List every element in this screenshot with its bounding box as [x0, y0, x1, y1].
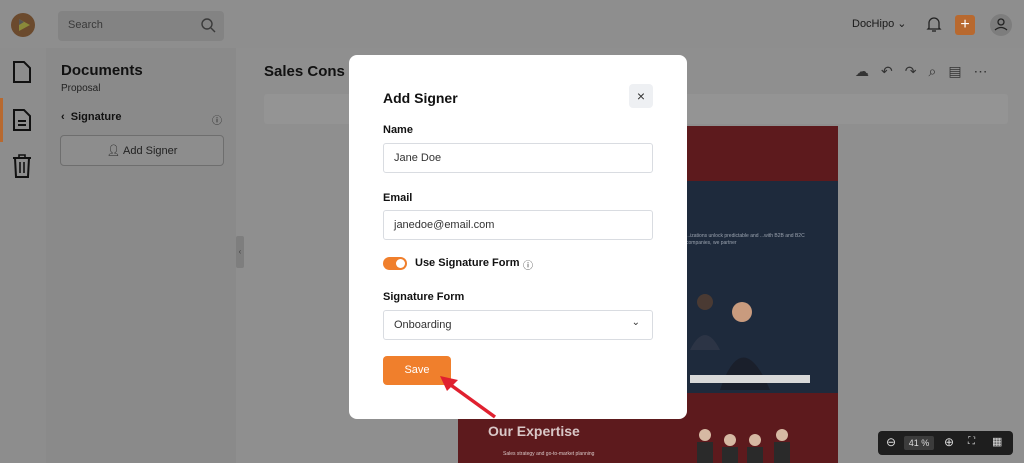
- section-label: Signature: [70, 111, 122, 123]
- fit-screen-icon[interactable]: ⛶: [968, 436, 975, 447]
- create-button[interactable]: +: [955, 15, 975, 35]
- grid-view-icon[interactable]: ▦: [992, 435, 1002, 448]
- signature-form-value: Onboarding: [394, 319, 452, 331]
- chevron-down-icon: ⌄: [631, 317, 640, 328]
- add-signer-label-wrap: 👤︎ Add Signer: [61, 144, 223, 157]
- panel-subtitle: Proposal: [61, 83, 101, 94]
- document-icon[interactable]: [12, 60, 32, 84]
- cloud-icon[interactable]: ☁: [855, 63, 881, 79]
- left-rail: [0, 48, 46, 463]
- close-button[interactable]: ×: [629, 84, 653, 108]
- workspace-dropdown[interactable]: DocHipo ⌄: [852, 17, 906, 30]
- search-icon[interactable]: ⌕: [928, 63, 948, 79]
- panel-title: Documents: [61, 62, 143, 79]
- info-icon[interactable]: ⓘ: [212, 112, 222, 127]
- search-box[interactable]: Search: [58, 11, 224, 41]
- expertise-heading: Our Expertise: [488, 423, 580, 439]
- document-lines-icon[interactable]: [12, 108, 32, 132]
- chevron-down-icon: ⌄: [897, 18, 907, 30]
- redo-icon[interactable]: ↷: [905, 63, 929, 79]
- bell-icon[interactable]: [926, 15, 942, 33]
- name-field[interactable]: Jane Doe: [383, 143, 653, 173]
- signature-form-select[interactable]: Onboarding ⌄: [383, 310, 653, 340]
- chevron-left-icon: ‹: [61, 111, 71, 123]
- pointer-arrow-icon: [440, 376, 497, 419]
- user-icon: 👤︎: [106, 145, 123, 157]
- add-signer-label: Add Signer: [122, 145, 178, 157]
- add-signer-button[interactable]: 👤︎ Add Signer: [60, 135, 224, 166]
- zoom-value[interactable]: 41 %: [904, 436, 934, 450]
- panel-collapse-handle[interactable]: ‹: [236, 236, 244, 268]
- more-icon[interactable]: ⋯: [974, 63, 1000, 79]
- email-value: janedoe@email.com: [394, 219, 495, 231]
- signature-form-toggle[interactable]: [383, 257, 407, 270]
- side-panel: Documents Proposal ‹ Signature ⓘ 👤︎ Add …: [46, 48, 236, 463]
- workspace-label: DocHipo: [852, 18, 895, 30]
- top-bar: Search DocHipo ⌄ +: [0, 0, 1024, 48]
- signature-back-link[interactable]: ‹ Signature: [61, 111, 122, 123]
- dialog-title: Add Signer: [383, 90, 458, 106]
- document-title: Sales Cons: [264, 63, 345, 80]
- user-avatar[interactable]: [990, 14, 1012, 36]
- comment-icon[interactable]: ▤: [948, 63, 973, 79]
- email-field[interactable]: janedoe@email.com: [383, 210, 653, 240]
- trash-icon[interactable]: [12, 154, 32, 178]
- search-input[interactable]: Search: [68, 19, 103, 31]
- undo-icon[interactable]: ↶: [881, 63, 905, 79]
- user-icon: [994, 18, 1008, 31]
- toolbar-icons: ☁↶↷⌕▤⋯: [855, 63, 1000, 80]
- name-label: Name: [383, 124, 413, 136]
- email-label: Email: [383, 192, 413, 204]
- team-photo: [697, 429, 790, 463]
- toggle-label: Use Signature Form: [415, 257, 520, 269]
- add-signer-dialog: Add Signer × Name Jane Doe Email janedoe…: [349, 55, 687, 419]
- close-icon: ×: [636, 88, 646, 104]
- rail-active-indicator: [0, 98, 3, 142]
- zoom-in-icon[interactable]: ⊕: [944, 435, 954, 449]
- people-photo: [690, 294, 810, 390]
- search-icon[interactable]: [200, 17, 216, 33]
- name-value: Jane Doe: [394, 152, 442, 164]
- toggle-knob: [396, 259, 405, 268]
- zoom-out-icon[interactable]: ⊖: [886, 435, 896, 449]
- zoom-control: ⊖ 41 % ⊕ ⛶ ▦: [878, 431, 1013, 455]
- signature-form-label: Signature Form: [383, 291, 465, 303]
- info-icon[interactable]: ⓘ: [523, 257, 533, 272]
- app-logo-icon[interactable]: [10, 12, 36, 38]
- expertise-item: Sales strategy and go-to-market planning: [503, 451, 595, 457]
- page-body-text: ...izations unlock predictable and ...wi…: [686, 233, 805, 246]
